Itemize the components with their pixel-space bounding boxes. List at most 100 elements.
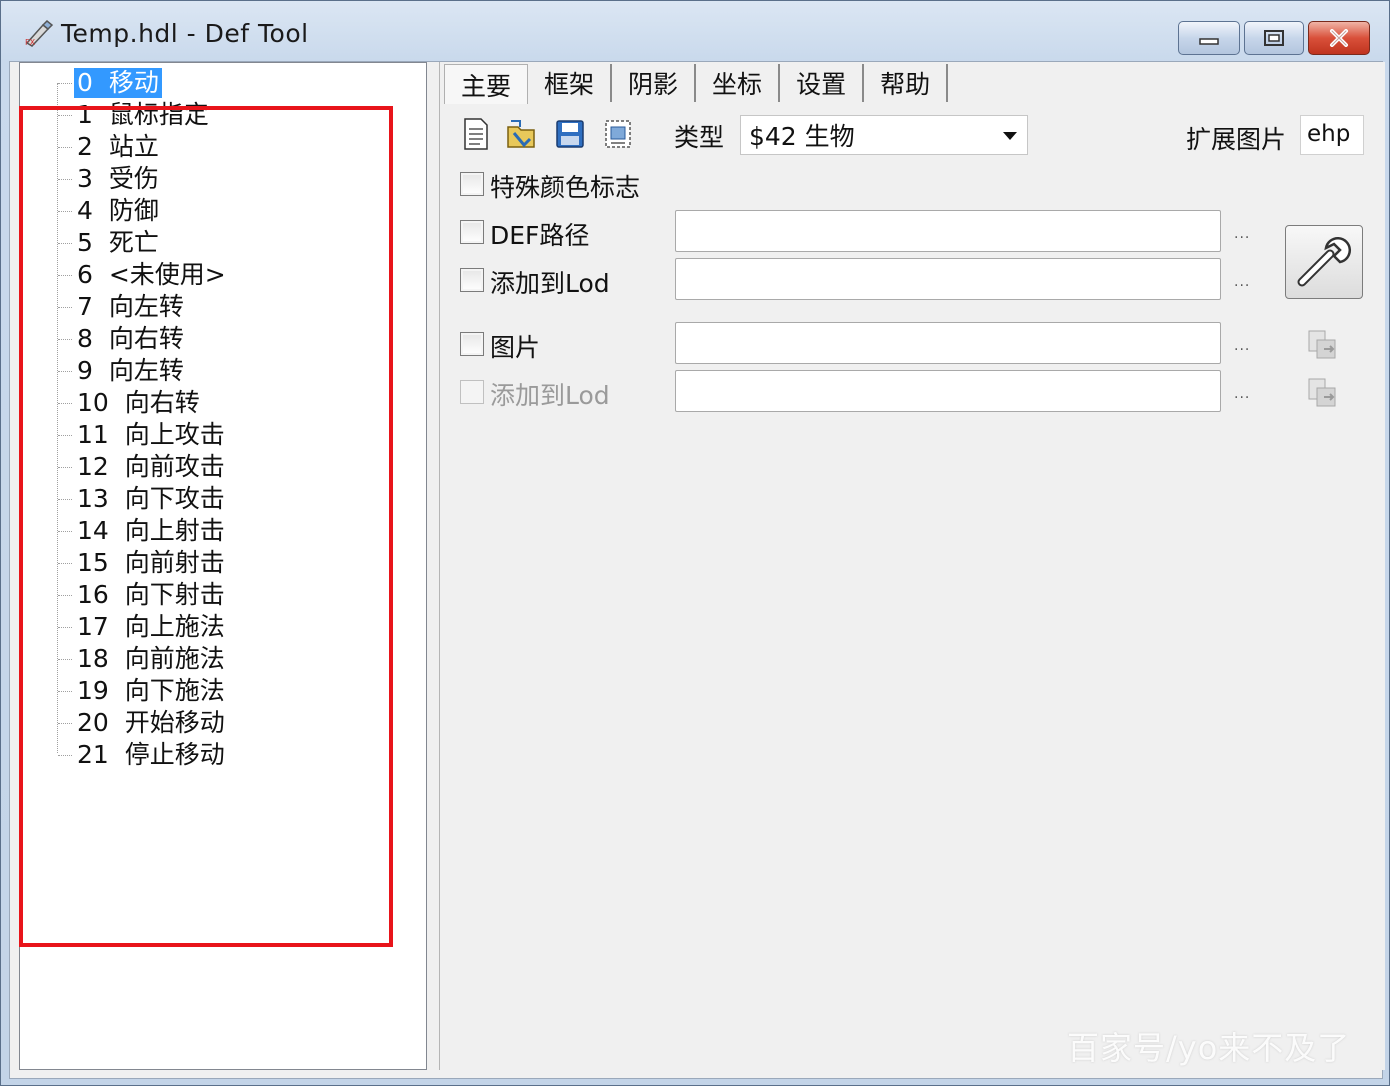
tree-item[interactable]: 2 站立 [58,132,162,162]
tree-item[interactable]: 17 向上施法 [58,612,228,642]
tab-help[interactable]: 帮助 [864,64,949,102]
tree-item[interactable]: 7 向左转 [58,292,187,322]
tree-connector [58,338,72,340]
tree-item-label: 0 移动 [74,68,162,98]
window-title: Temp.hdl - Def Tool [61,19,309,48]
tab-settings[interactable]: 设置 [780,64,865,102]
tree-item[interactable]: 0 移动 [58,68,162,98]
def-path-field[interactable] [675,210,1221,252]
tools-button[interactable] [1285,225,1363,299]
tree-item-number: 5 [77,228,93,257]
tree-connector [58,274,72,276]
type-select-value: $42 生物 [749,122,855,151]
add-to-lod2-checkbox[interactable] [460,380,484,404]
ext-image-label: 扩展图片 [1186,125,1287,154]
tree-item-number: 10 [77,388,109,417]
app-pen-icon: FX [25,19,54,47]
tree-connector [58,370,72,372]
image-browse-button[interactable]: ... [1234,338,1250,354]
tab-coords[interactable]: 坐标 [696,64,781,102]
watermark: 百家号/yo来不及了 [1067,1029,1351,1067]
def-path-browse-button[interactable]: ... [1234,226,1250,242]
tree-item-text: 向下施法 [124,676,225,705]
tree-item-label: 17 向上施法 [74,612,228,642]
add-to-lod-field[interactable] [675,258,1221,300]
special-color-label: 特殊颜色标志 [490,173,641,202]
tree-item-number: 2 [77,132,93,161]
tree-item[interactable]: 12 向前攻击 [58,452,228,482]
special-color-checkbox[interactable] [460,172,484,196]
tree-item-text: 向上攻击 [124,420,225,449]
tree-item-text: 向下射击 [124,580,225,609]
open-folder-icon[interactable] [506,117,538,151]
def-path-checkbox[interactable] [460,220,484,244]
tree-item[interactable]: 8 向右转 [58,324,187,354]
tree-item-text: 向右转 [124,388,200,417]
tree-item-number: 3 [77,164,93,193]
image-field[interactable] [675,322,1221,364]
tree-item[interactable]: 18 向前施法 [58,644,228,674]
tree-item[interactable]: 21 停止移动 [58,740,228,770]
tab-main[interactable]: 主要 [444,64,529,104]
ext-image-input[interactable]: ehp [1300,115,1364,155]
tree-item-label: 20 开始移动 [74,708,228,738]
client-area: 0 移动 1 鼠标指定 2 站立 3 受伤 4 防御 5 死亡 6 <未使用> 7 向左转 8 … [9,61,1385,1079]
tree-item-number: 11 [77,420,109,449]
tree-item-text: 向右转 [108,324,184,353]
action-tree[interactable]: 0 移动 1 鼠标指定 2 站立 3 受伤 4 防御 5 死亡 6 <未使用> 7 向左转 8 … [19,62,427,1070]
preview-icon[interactable] [602,117,634,151]
tree-item-number: 16 [77,580,109,609]
tree-item-label: 7 向左转 [74,292,187,322]
tree-item-label: 5 死亡 [74,228,162,258]
tree-item-number: 19 [77,676,109,705]
tree-item-label: 9 向左转 [74,356,187,386]
tree-item[interactable]: 14 向上射击 [58,516,228,546]
tree-item[interactable]: 19 向下施法 [58,676,228,706]
close-icon [1330,29,1348,47]
save-icon[interactable] [554,117,586,151]
add-to-lod2-browse-button[interactable]: ... [1234,386,1250,402]
image-checkbox[interactable] [460,332,484,356]
tree-item-number: 18 [77,644,109,673]
tree-item-number: 14 [77,516,109,545]
tree-item-text: 向左转 [108,356,184,385]
tree-item-label: 6 <未使用> [74,260,229,290]
tree-item-number: 20 [77,708,109,737]
tree-item-label: 8 向右转 [74,324,187,354]
add-to-lod-checkbox[interactable] [460,268,484,292]
add-to-lod-browse-button[interactable]: ... [1234,274,1250,290]
tree-item-label: 1 鼠标指定 [74,100,212,130]
tree-item[interactable]: 5 死亡 [58,228,162,258]
tree-item[interactable]: 15 向前射击 [58,548,228,578]
title-bar[interactable]: FX Temp.hdl - Def Tool [1,1,1390,61]
tree-item[interactable]: 20 开始移动 [58,708,228,738]
copy-lod-icon[interactable] [1306,376,1340,410]
tree-item-number: 15 [77,548,109,577]
maximize-button[interactable] [1244,21,1304,55]
copy-image-icon[interactable] [1306,328,1340,362]
tree-item[interactable]: 4 防御 [58,196,162,226]
dropdown-arrow-icon [1003,132,1017,140]
tree-item[interactable]: 16 向下射击 [58,580,228,610]
tree-item-text: <未使用> [108,260,226,289]
tree-item[interactable]: 11 向上攻击 [58,420,228,450]
add-to-lod2-field[interactable] [675,370,1221,412]
tree-item-label: 16 向下射击 [74,580,228,610]
tree-item[interactable]: 3 受伤 [58,164,162,194]
tree-item[interactable]: 6 <未使用> [58,260,229,290]
tree-item-text: 受伤 [108,164,159,193]
tab-shadow[interactable]: 阴影 [612,64,697,102]
new-file-icon[interactable] [460,117,492,151]
minimize-button[interactable] [1178,21,1240,55]
tree-item[interactable]: 9 向左转 [58,356,187,386]
type-select[interactable]: $42 生物 [740,115,1028,155]
close-button[interactable] [1308,21,1370,55]
tree-item[interactable]: 13 向下攻击 [58,484,228,514]
tree-item[interactable]: 10 向右转 [58,388,203,418]
tree-item-label: 13 向下攻击 [74,484,228,514]
tree-item[interactable]: 1 鼠标指定 [58,100,212,130]
tab-frames[interactable]: 框架 [528,64,613,102]
tree-item-text: 开始移动 [124,708,225,737]
tree-item-text: 停止移动 [124,740,225,769]
tree-item-text: 向前攻击 [124,452,225,481]
